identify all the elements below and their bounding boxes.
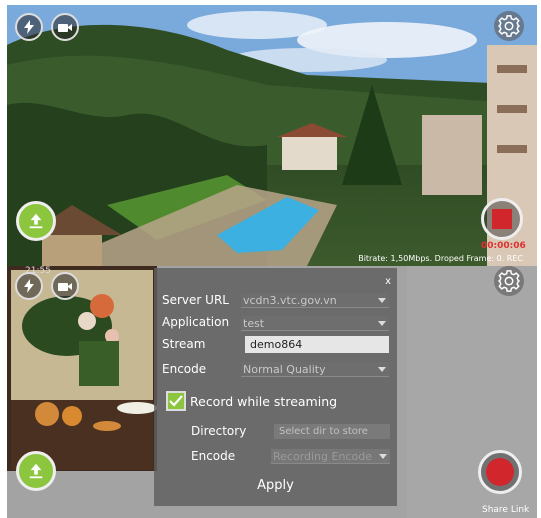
chevron-down-icon — [378, 321, 386, 326]
stream-status-text: Bitrate: 1,50Mbps. Droped Frame: 0. REC — [358, 254, 523, 263]
camera-switch-button[interactable] — [51, 13, 79, 41]
chevron-down-icon — [378, 367, 386, 372]
upload-button-2[interactable] — [16, 451, 56, 491]
stop-record-icon — [492, 209, 512, 229]
application-label: Application — [162, 315, 230, 329]
encode-value: Normal Quality — [243, 363, 326, 376]
gear-icon — [498, 270, 520, 292]
recording-encode-value: Recording Encode — [273, 450, 372, 463]
directory-label: Directory — [191, 424, 247, 438]
flash-toggle-button[interactable] — [15, 13, 43, 41]
close-button[interactable]: x — [385, 276, 391, 287]
application-value: test — [243, 317, 265, 330]
stream-input[interactable]: demo864 — [245, 336, 389, 353]
camera-switch-button-2[interactable] — [51, 272, 79, 300]
camera-switch-icon — [58, 24, 72, 32]
chevron-down-icon — [378, 298, 386, 303]
directory-input[interactable]: Select dir to store — [274, 424, 390, 439]
flash-icon — [24, 279, 34, 293]
landscape-scene — [7, 5, 537, 266]
stop-record-button[interactable] — [481, 198, 523, 240]
camera-preview-top: 00:00:06 Bitrate: 1,50Mbps. Droped Frame… — [7, 5, 537, 266]
chevron-down-icon — [379, 454, 387, 459]
stream-label: Stream — [162, 337, 206, 351]
share-link-label[interactable]: Share Link — [482, 505, 529, 515]
gear-icon — [498, 15, 520, 37]
apply-button[interactable]: Apply — [154, 478, 397, 493]
server-url-value: vcdn3.vtc.gov.vn — [243, 294, 337, 307]
encode-select[interactable]: Normal Quality — [241, 362, 389, 377]
server-url-label: Server URL — [162, 293, 229, 307]
upload-button[interactable] — [16, 201, 56, 241]
record-while-streaming-label[interactable]: Record while streaming — [190, 394, 337, 409]
checkmark-icon — [169, 395, 183, 407]
encode-label: Encode — [162, 362, 207, 376]
upload-icon — [29, 463, 43, 479]
record-button[interactable] — [478, 450, 522, 494]
application-select[interactable]: test — [241, 316, 389, 331]
flash-toggle-button-2[interactable] — [15, 272, 43, 300]
stream-settings-dialog: x Server URL vcdn3.vtc.gov.vn Applicatio… — [154, 268, 397, 506]
camera-switch-icon — [58, 283, 72, 291]
settings-button-2[interactable] — [494, 266, 524, 296]
recording-encode-select[interactable]: Recording Encode — [271, 449, 390, 464]
record-icon — [486, 458, 514, 486]
upload-icon — [29, 213, 43, 229]
flash-icon — [24, 20, 34, 34]
record-while-streaming-checkbox[interactable] — [166, 391, 186, 411]
server-url-select[interactable]: vcdn3.vtc.gov.vn — [241, 293, 389, 308]
record-timer: 00:00:06 — [481, 241, 526, 251]
recording-encode-label: Encode — [191, 449, 236, 463]
settings-button[interactable] — [494, 11, 524, 41]
